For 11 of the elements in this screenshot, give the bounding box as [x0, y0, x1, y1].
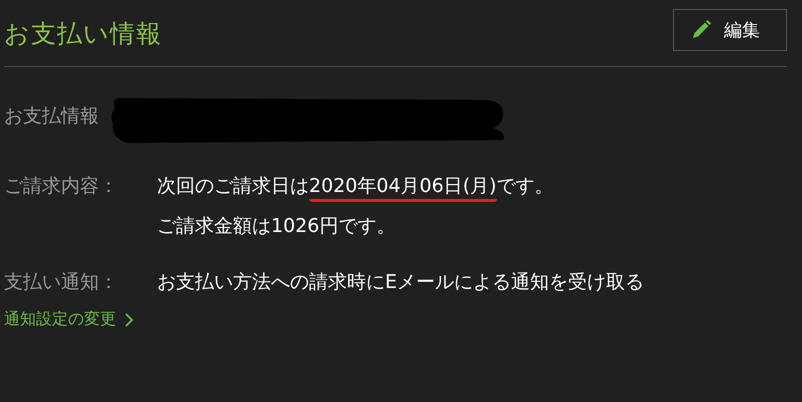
field-label: 支払い通知：: [4, 270, 119, 295]
edit-button[interactable]: 編集: [673, 9, 787, 51]
settings-link[interactable]: 通知設定の変更: [4, 309, 134, 330]
pencil-icon: [690, 19, 712, 41]
field-label: お支払情報: [4, 104, 99, 129]
chevron-right-icon: [124, 312, 134, 326]
billing-date-text: 次回のご請求日は2020年04月06日(月)です。: [157, 173, 554, 199]
notification-text: お支払い方法への請求時にEメールによる通知を受け取る: [157, 270, 644, 295]
billing-amount-text: ご請求金額は1026円です。: [157, 214, 396, 239]
field-label: ご請求内容：: [4, 174, 119, 199]
page-title: お支払い情報: [4, 18, 162, 50]
